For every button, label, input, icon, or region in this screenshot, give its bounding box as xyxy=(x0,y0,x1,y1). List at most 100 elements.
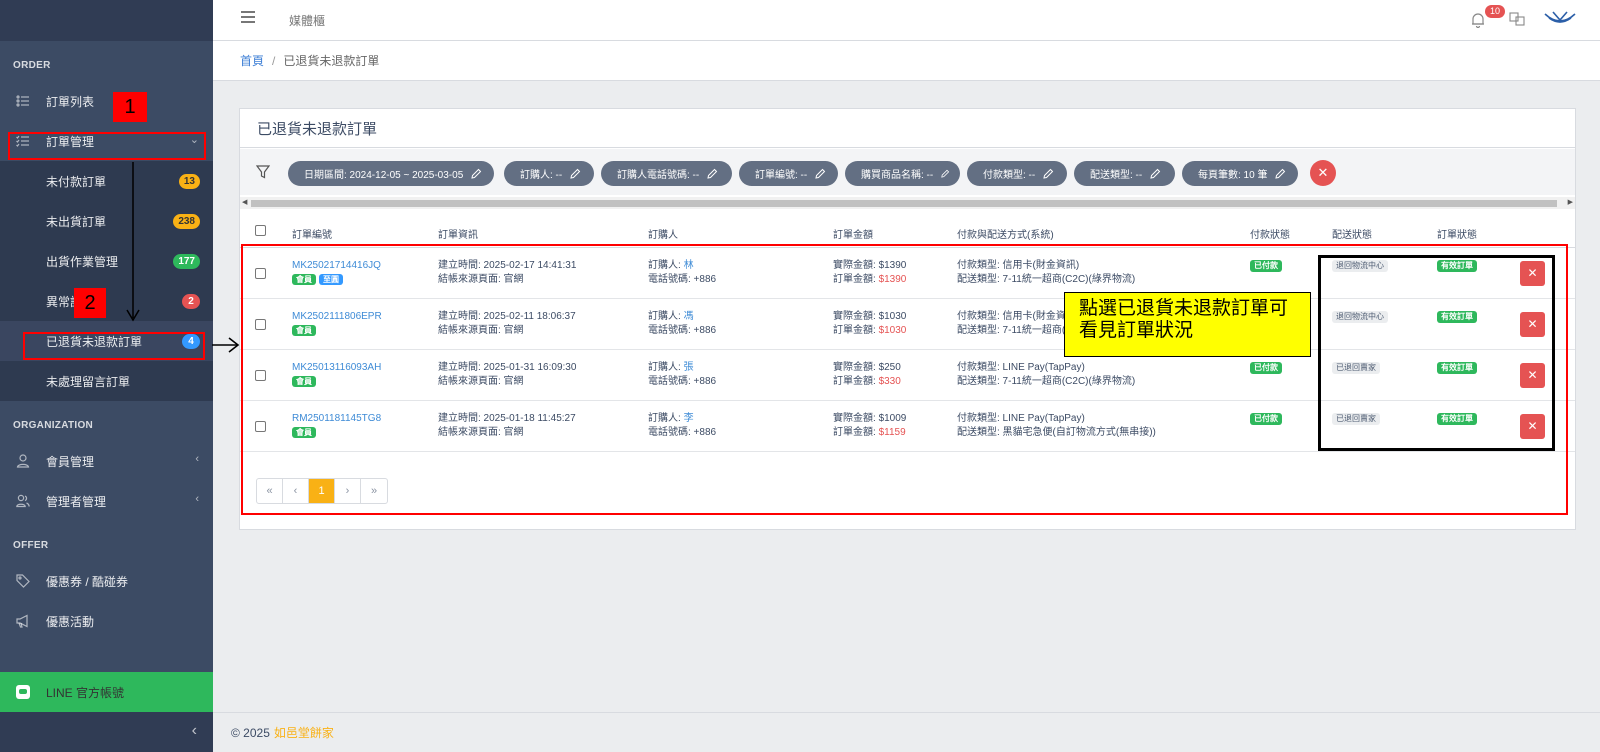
callout-line: 點選已退貨未退款訂單可 xyxy=(1079,298,1289,319)
column-header[interactable]: 訂單編號 xyxy=(292,226,332,241)
filter-chip-product-name[interactable]: 購買商品名稱: -- xyxy=(845,161,960,186)
filter-chip-payment-type[interactable]: 付款類型: -- xyxy=(967,161,1067,186)
hamburger-menu-icon[interactable] xyxy=(241,11,255,23)
filter-chip-label: 訂購人: -- xyxy=(520,170,563,181)
filter-chip-date-range[interactable]: 日期區間: 2024-12-05 ~ 2025-03-05 xyxy=(288,161,494,186)
sidebar-item-unpaid-orders[interactable]: 未付款訂單 13 xyxy=(0,161,213,201)
annotation-step-2: 2 xyxy=(74,288,106,318)
sidebar-item-label: 出貨作業管理 xyxy=(46,254,119,269)
sidebar-item-unhandled-messages[interactable]: 未處理留言訂單 xyxy=(0,361,213,401)
filter-chip-order-no[interactable]: 訂單編號: -- xyxy=(739,161,838,186)
bullhorn-icon xyxy=(15,613,31,629)
sidebar-item-line-official[interactable]: LINE 官方帳號 xyxy=(0,672,213,712)
sidebar-item-label: 優惠活動 xyxy=(46,614,95,629)
sidebar-item-shipping-ops[interactable]: 出貨作業管理 177 xyxy=(0,241,213,281)
sidebar-item-admin-manage[interactable]: 管理者管理 ‹ xyxy=(0,481,213,521)
users-icon xyxy=(15,493,31,509)
bell-icon[interactable] xyxy=(1471,12,1487,29)
pencil-icon xyxy=(1043,168,1054,179)
list-icon xyxy=(15,93,31,109)
language-icon[interactable] xyxy=(1509,11,1525,27)
sidebar-item-label: LINE 官方帳號 xyxy=(46,685,125,700)
annotation-arrow-down-icon xyxy=(126,162,140,322)
sidebar-brand xyxy=(0,0,213,41)
sidebar-item-abnormal-orders[interactable]: 異常訂 2 xyxy=(0,281,213,321)
footer-copyright: © 2025 xyxy=(231,725,270,740)
filter-chip-label: 購買商品名稱: -- xyxy=(861,170,934,181)
scrollbar-thumb[interactable] xyxy=(251,200,1557,207)
pencil-icon xyxy=(815,168,826,179)
nav-section-offer: OFFER xyxy=(13,540,49,551)
order-manage-submenu: 未付款訂單 13 未出貨訂單 238 出貨作業管理 177 異常訂 2 已退貨未… xyxy=(0,161,213,401)
pencil-icon xyxy=(471,168,482,179)
scroll-left-icon[interactable]: ◀ xyxy=(242,198,247,206)
filter-chip-label: 日期區間: 2024-12-05 ~ 2025-03-05 xyxy=(304,170,464,181)
sidebar: ORDER 訂單列表 訂單管理 ⌄ 未付款訂單 13 未出貨訂單 238 出貨作… xyxy=(0,0,213,752)
breadcrumb-home-link[interactable]: 首頁 xyxy=(240,52,264,69)
nav-section-organization: ORGANIZATION xyxy=(13,420,94,431)
pencil-icon xyxy=(1150,168,1161,179)
count-badge: 2 xyxy=(182,294,200,309)
annotation-callout: 點選已退貨未退款訂單可 看見訂單狀況 xyxy=(1064,292,1311,357)
breadcrumb-separator: / xyxy=(272,53,276,68)
footer-brand-link[interactable]: 如邑堂餅家 xyxy=(274,724,334,741)
filter-chip-label: 付款類型: -- xyxy=(983,170,1036,181)
sidebar-item-label: 管理者管理 xyxy=(46,494,107,509)
sidebar-item-label: 未付款訂單 xyxy=(46,174,107,189)
count-badge: 238 xyxy=(173,214,200,229)
column-header[interactable]: 訂單金額 xyxy=(833,226,873,241)
nav-section-order: ORDER xyxy=(13,60,51,71)
pencil-icon xyxy=(570,168,581,179)
close-icon: ✕ xyxy=(1317,165,1329,180)
scroll-right-icon[interactable]: ▶ xyxy=(1568,198,1573,206)
column-header[interactable]: 付款狀態 xyxy=(1250,226,1290,241)
callout-line: 看見訂單狀況 xyxy=(1079,320,1194,341)
horizontal-scrollbar[interactable]: ◀ ▶ xyxy=(240,197,1575,209)
filter-icon[interactable] xyxy=(255,165,271,179)
filter-chip-label: 訂單編號: -- xyxy=(755,170,808,181)
sidebar-collapse-toggler[interactable]: ‹ xyxy=(0,712,213,752)
filter-chip-label: 訂購人電話號碼: -- xyxy=(617,170,700,181)
page-title: 已退貨未退款訂單 xyxy=(240,109,1575,148)
filter-chip-buyer-phone[interactable]: 訂購人電話號碼: -- xyxy=(601,161,732,186)
clear-filters-button[interactable]: ✕ xyxy=(1310,160,1336,186)
pencil-icon xyxy=(1275,168,1286,179)
annotation-step-1: 1 xyxy=(113,92,147,122)
tag-icon xyxy=(15,573,31,589)
annotation-highlight-status-columns xyxy=(1318,255,1555,451)
top-header: 媒體櫃 10 xyxy=(213,0,1600,41)
sidebar-item-unshipped-orders[interactable]: 未出貨訂單 238 xyxy=(0,201,213,241)
line-icon xyxy=(16,685,30,699)
annotation-highlight-returned-unrefunded xyxy=(23,332,205,360)
column-header[interactable]: 訂單狀態 xyxy=(1437,226,1477,241)
count-badge: 177 xyxy=(173,254,200,269)
chevron-left-icon: ‹ xyxy=(191,722,197,739)
user-icon xyxy=(15,453,31,469)
column-header[interactable]: 訂購人 xyxy=(648,226,678,241)
brand-logo-icon xyxy=(1543,8,1577,30)
sidebar-item-promotions[interactable]: 優惠活動 xyxy=(0,601,213,641)
chevron-left-icon: ‹ xyxy=(195,493,199,505)
sidebar-item-order-list[interactable]: 訂單列表 xyxy=(0,81,213,121)
column-header[interactable]: 訂單資訊 xyxy=(438,226,478,241)
column-header[interactable]: 配送狀態 xyxy=(1332,226,1372,241)
annotation-highlight-order-manage xyxy=(8,132,206,160)
filter-bar: 日期區間: 2024-12-05 ~ 2025-03-05 訂購人: -- 訂購… xyxy=(240,149,1575,195)
select-all-checkbox[interactable] xyxy=(255,225,266,236)
header-title[interactable]: 媒體櫃 xyxy=(289,12,325,29)
sidebar-item-coupons[interactable]: 優惠券 / 酷碰券 xyxy=(0,561,213,601)
filter-chip-label: 配送類型: -- xyxy=(1090,170,1143,181)
notification-badge: 10 xyxy=(1485,5,1506,18)
sidebar-item-member-manage[interactable]: 會員管理 ‹ xyxy=(0,441,213,481)
annotation-arrow-right-icon xyxy=(212,337,240,353)
filter-chip-buyer[interactable]: 訂購人: -- xyxy=(504,161,594,186)
sidebar-item-label: 未出貨訂單 xyxy=(46,214,107,229)
chevron-left-icon: ‹ xyxy=(195,453,199,465)
count-badge: 13 xyxy=(178,174,200,189)
filter-chip-delivery-type[interactable]: 配送類型: -- xyxy=(1074,161,1175,186)
pencil-icon xyxy=(707,168,718,179)
column-header[interactable]: 付款與配送方式(系統) xyxy=(957,226,1054,241)
sidebar-item-label: 未處理留言訂單 xyxy=(46,374,131,389)
sidebar-item-label: 訂單列表 xyxy=(46,94,95,109)
filter-chip-per-page[interactable]: 每頁筆數: 10 筆 xyxy=(1182,161,1298,186)
